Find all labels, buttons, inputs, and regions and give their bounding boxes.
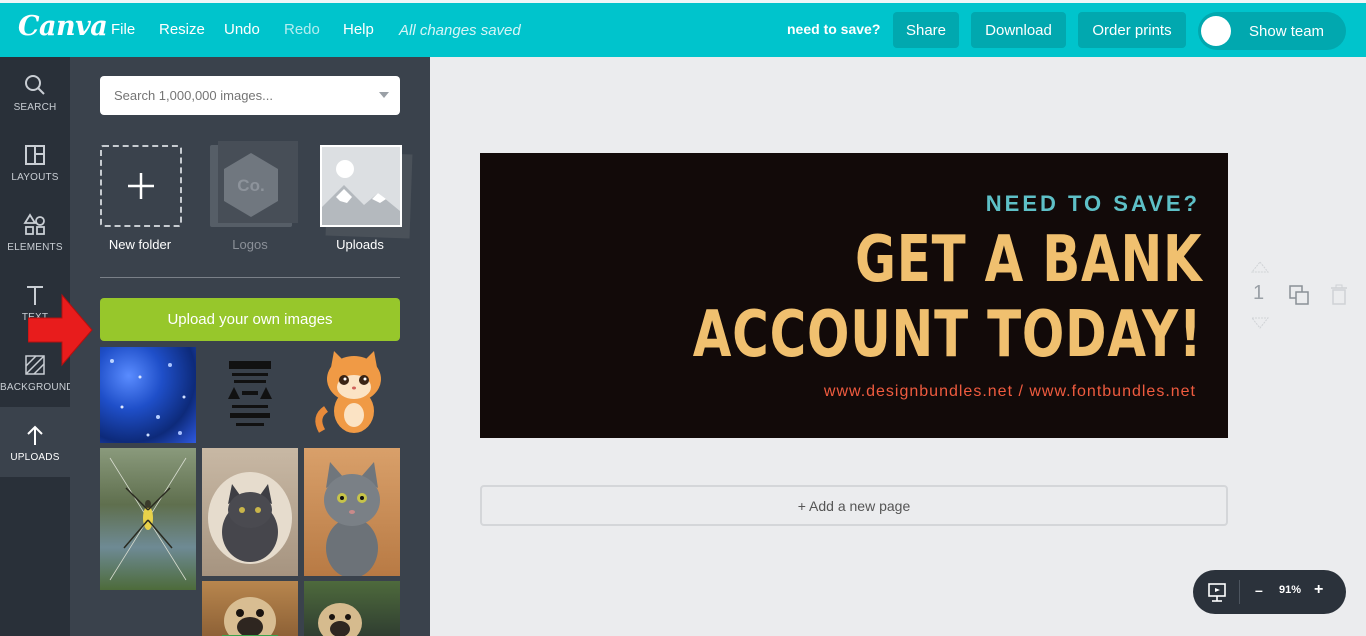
zoom-level[interactable]: 91% [1279, 584, 1301, 596]
design-page[interactable]: NEED TO SAVE? GET A BANK ACCOUNT TODAY! … [480, 153, 1228, 438]
canva-logo[interactable]: Canva [18, 11, 108, 42]
show-team-label: Show team [1249, 23, 1325, 40]
share-button[interactable]: Share [893, 12, 959, 48]
rail-search[interactable]: SEARCH [0, 57, 70, 127]
rail-elements-label: ELEMENTS [7, 242, 63, 253]
logos-folder-tile[interactable]: Co. [210, 141, 298, 227]
page-tools: 1 [1248, 260, 1348, 330]
chevron-down-icon[interactable] [379, 92, 389, 98]
glitter-texture [110, 359, 186, 437]
spider-photo-graphic [109, 457, 187, 581]
upload-thumb-cartoon-cat[interactable] [304, 347, 400, 443]
zoom-bar: – 91% + [1193, 570, 1346, 614]
upload-images-button[interactable]: Upload your own images [100, 298, 400, 341]
delete-page-icon[interactable] [1330, 284, 1348, 306]
canvas-url-text[interactable]: www.designbundles.net / www.fontbundles.… [824, 383, 1196, 401]
zoom-out-button[interactable]: – [1255, 582, 1263, 598]
layouts-icon [25, 145, 45, 165]
cartoon-cat-graphic [315, 351, 381, 433]
top-bar: Canva File Resize Undo Redo Help All cha… [0, 0, 1366, 57]
upload-thumb-black-cat[interactable] [202, 448, 298, 576]
canvas-subheading[interactable]: NEED TO SAVE? [986, 191, 1200, 217]
menu-resize[interactable]: Resize [159, 21, 205, 38]
menu-redo[interactable]: Redo [284, 21, 320, 38]
grey-cat-photo-graphic [324, 462, 380, 576]
upload-arrow-icon [27, 425, 43, 445]
design-title[interactable]: need to save? [787, 21, 880, 37]
upload-thumb-blue-glitter[interactable] [100, 347, 196, 443]
image-placeholder-icon [322, 147, 400, 225]
search-icon [25, 75, 45, 95]
move-up-icon[interactable] [1250, 260, 1270, 274]
logos-label: Logos [232, 237, 268, 252]
rail-uploads-label: UPLOADS [10, 452, 60, 463]
pug-photo-graphic-2 [318, 603, 362, 636]
order-prints-button[interactable]: Order prints [1078, 12, 1186, 48]
welcome-sign-graphic [224, 359, 276, 435]
hexagon-logo-icon: Co. [224, 153, 278, 217]
search-box[interactable] [100, 76, 400, 115]
upload-thumb-pug-1[interactable] [202, 581, 298, 636]
plus-icon [128, 173, 154, 199]
upload-thumb-spider[interactable] [100, 448, 196, 590]
new-folder-label: New folder [108, 237, 172, 252]
canvas-headline-1[interactable]: GET A BANK [855, 223, 1202, 297]
search-input[interactable] [114, 88, 374, 103]
zoom-in-button[interactable]: + [1314, 581, 1323, 599]
rail-layouts[interactable]: LAYOUTS [0, 127, 70, 197]
rail-layouts-label: LAYOUTS [11, 172, 59, 183]
upload-thumb-pug-2[interactable] [304, 581, 400, 636]
rail-background-label: BACKGROUND [0, 382, 74, 393]
rail-search-label: SEARCH [13, 102, 57, 113]
uploads-panel: New folder Co. Logos Uploads Upload your… [70, 57, 430, 636]
new-folder-tile[interactable] [100, 145, 182, 227]
duplicate-page-icon[interactable] [1288, 284, 1310, 306]
rail-elements[interactable]: ELEMENTS [0, 197, 70, 267]
elements-icon [23, 213, 45, 235]
add-page-button[interactable]: + Add a new page [480, 485, 1228, 526]
red-arrow-icon [28, 293, 93, 367]
canvas-headline-2[interactable]: ACCOUNT TODAY! [692, 298, 1202, 372]
move-down-icon[interactable] [1250, 316, 1270, 330]
toggle-knob [1201, 16, 1231, 46]
upload-thumb-grey-cat[interactable] [304, 448, 400, 576]
upload-thumb-welcome-sign[interactable] [202, 347, 298, 443]
present-icon[interactable] [1207, 582, 1227, 602]
page-number: 1 [1253, 282, 1265, 304]
show-team-toggle[interactable]: Show team [1198, 12, 1346, 50]
panel-divider [100, 277, 400, 278]
uploads-folder-tile[interactable] [320, 145, 402, 227]
black-cat-photo-graphic [208, 472, 292, 564]
menu-undo[interactable]: Undo [224, 21, 260, 38]
logos-badge: Co. [237, 176, 264, 195]
pug-photo-graphic [222, 597, 278, 636]
download-button[interactable]: Download [971, 12, 1066, 48]
save-status: All changes saved [399, 22, 521, 39]
zoom-divider [1239, 580, 1240, 604]
menu-help[interactable]: Help [343, 21, 374, 38]
rail-uploads[interactable]: UPLOADS [0, 407, 70, 477]
menu-file[interactable]: File [111, 21, 135, 38]
uploads-label: Uploads [336, 237, 384, 252]
